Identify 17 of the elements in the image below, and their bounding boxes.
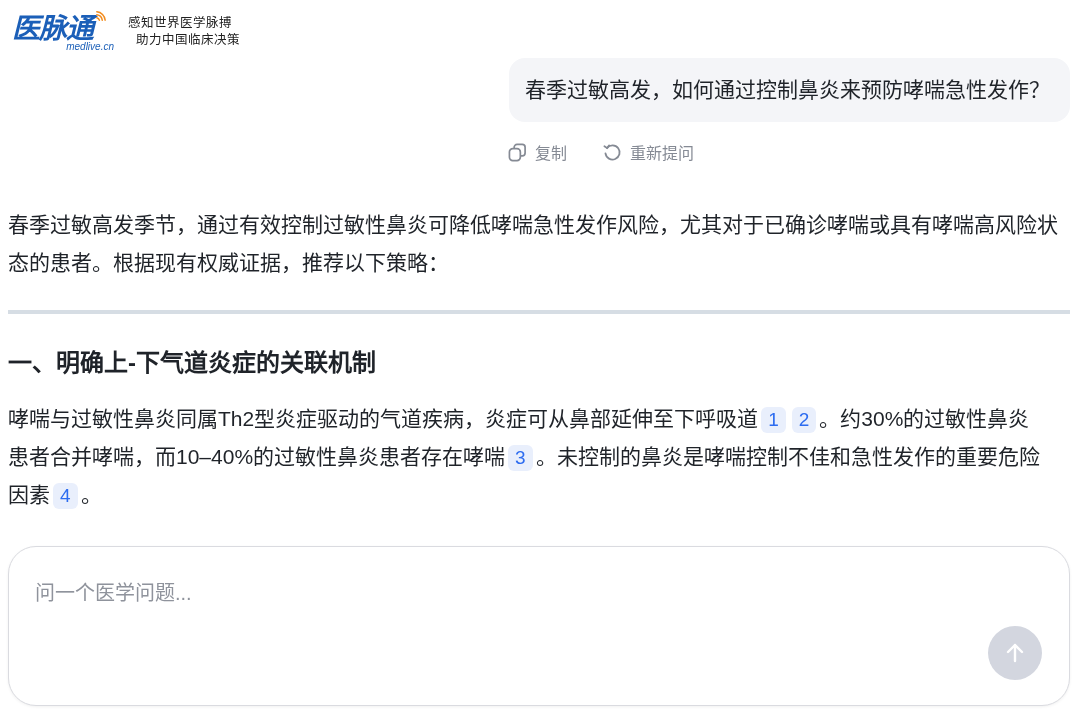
section-heading: 一、明确上-下气道炎症的关联机制 <box>8 348 377 378</box>
signal-arcs-icon <box>96 10 106 21</box>
citation-link[interactable]: 4 <box>53 483 78 509</box>
question-input[interactable]: 问一个医学问题... <box>8 546 1070 706</box>
arrow-up-icon <box>1004 642 1026 664</box>
copy-icon <box>508 142 527 162</box>
question-bubble: 春季过敏高发，如何通过控制鼻炎来预防哮喘急性发作？ <box>509 58 1070 122</box>
citation-link[interactable]: 3 <box>508 445 533 471</box>
tagline-text: 感知世界医学脉搏 <box>128 15 233 32</box>
ask-again-button[interactable]: 重新提问 <box>603 136 694 168</box>
answer-paragraph: 春季过敏高发季节，通过有效控制过敏性鼻炎可降低哮喘急性发作风险，尤其对于已确诊哮喘或具有哮喘高风险状态的患者。根据现有权威证据，推荐以下策略： <box>8 212 1059 276</box>
copy-button[interactable]: 复制 <box>508 136 567 168</box>
citation-link[interactable]: 2 <box>791 407 817 433</box>
tagline-text: 助力中国临床决策 <box>135 32 240 49</box>
citation-link[interactable]: 1 <box>761 407 786 433</box>
answer-paragraph: 哮喘与过敏性鼻炎同属Th2型炎症驱动的气道疾病，炎症可从鼻部延伸至下呼吸道 1 2 。约30%的过敏性鼻炎患者合并哮喘，而10–40%的过敏性鼻炎患者存在哮喘 3 。未控制的鼻炎是哮喘控制不佳和急性发作的重要危险因素 4 。 <box>8 400 1070 514</box>
refresh-icon <box>603 142 622 162</box>
